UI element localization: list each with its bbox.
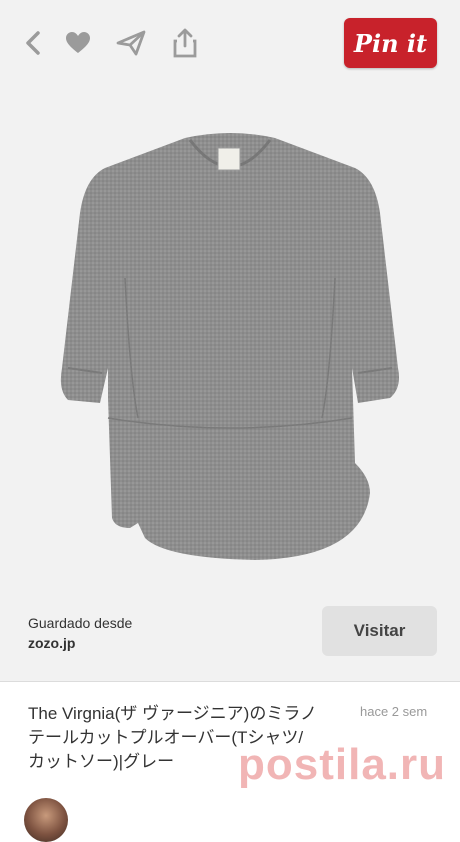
sweater-image[interactable] <box>40 118 420 563</box>
share-icon[interactable] <box>170 28 200 58</box>
heart-icon[interactable] <box>63 28 93 58</box>
description-line: The Virgnia(ザ ヴァージニア)のミラノ <box>28 704 317 723</box>
avatar[interactable] <box>24 798 68 842</box>
watermark: postila.ru <box>238 740 447 789</box>
source-domain-link[interactable]: zozo.jp <box>28 635 75 651</box>
back-icon[interactable] <box>18 28 48 58</box>
pin-timestamp: hace 2 sem <box>360 704 428 719</box>
pin-it-button[interactable]: Pin it <box>344 18 437 68</box>
saved-from-label: Guardado desde <box>28 615 133 631</box>
visit-button[interactable]: Visitar <box>322 606 437 656</box>
source-section: Guardado desde zozo.jp Visitar <box>0 593 460 681</box>
divider <box>0 681 460 682</box>
top-toolbar: Pin it <box>0 0 460 88</box>
send-icon[interactable] <box>116 28 146 58</box>
pin-image-area[interactable] <box>0 88 460 593</box>
